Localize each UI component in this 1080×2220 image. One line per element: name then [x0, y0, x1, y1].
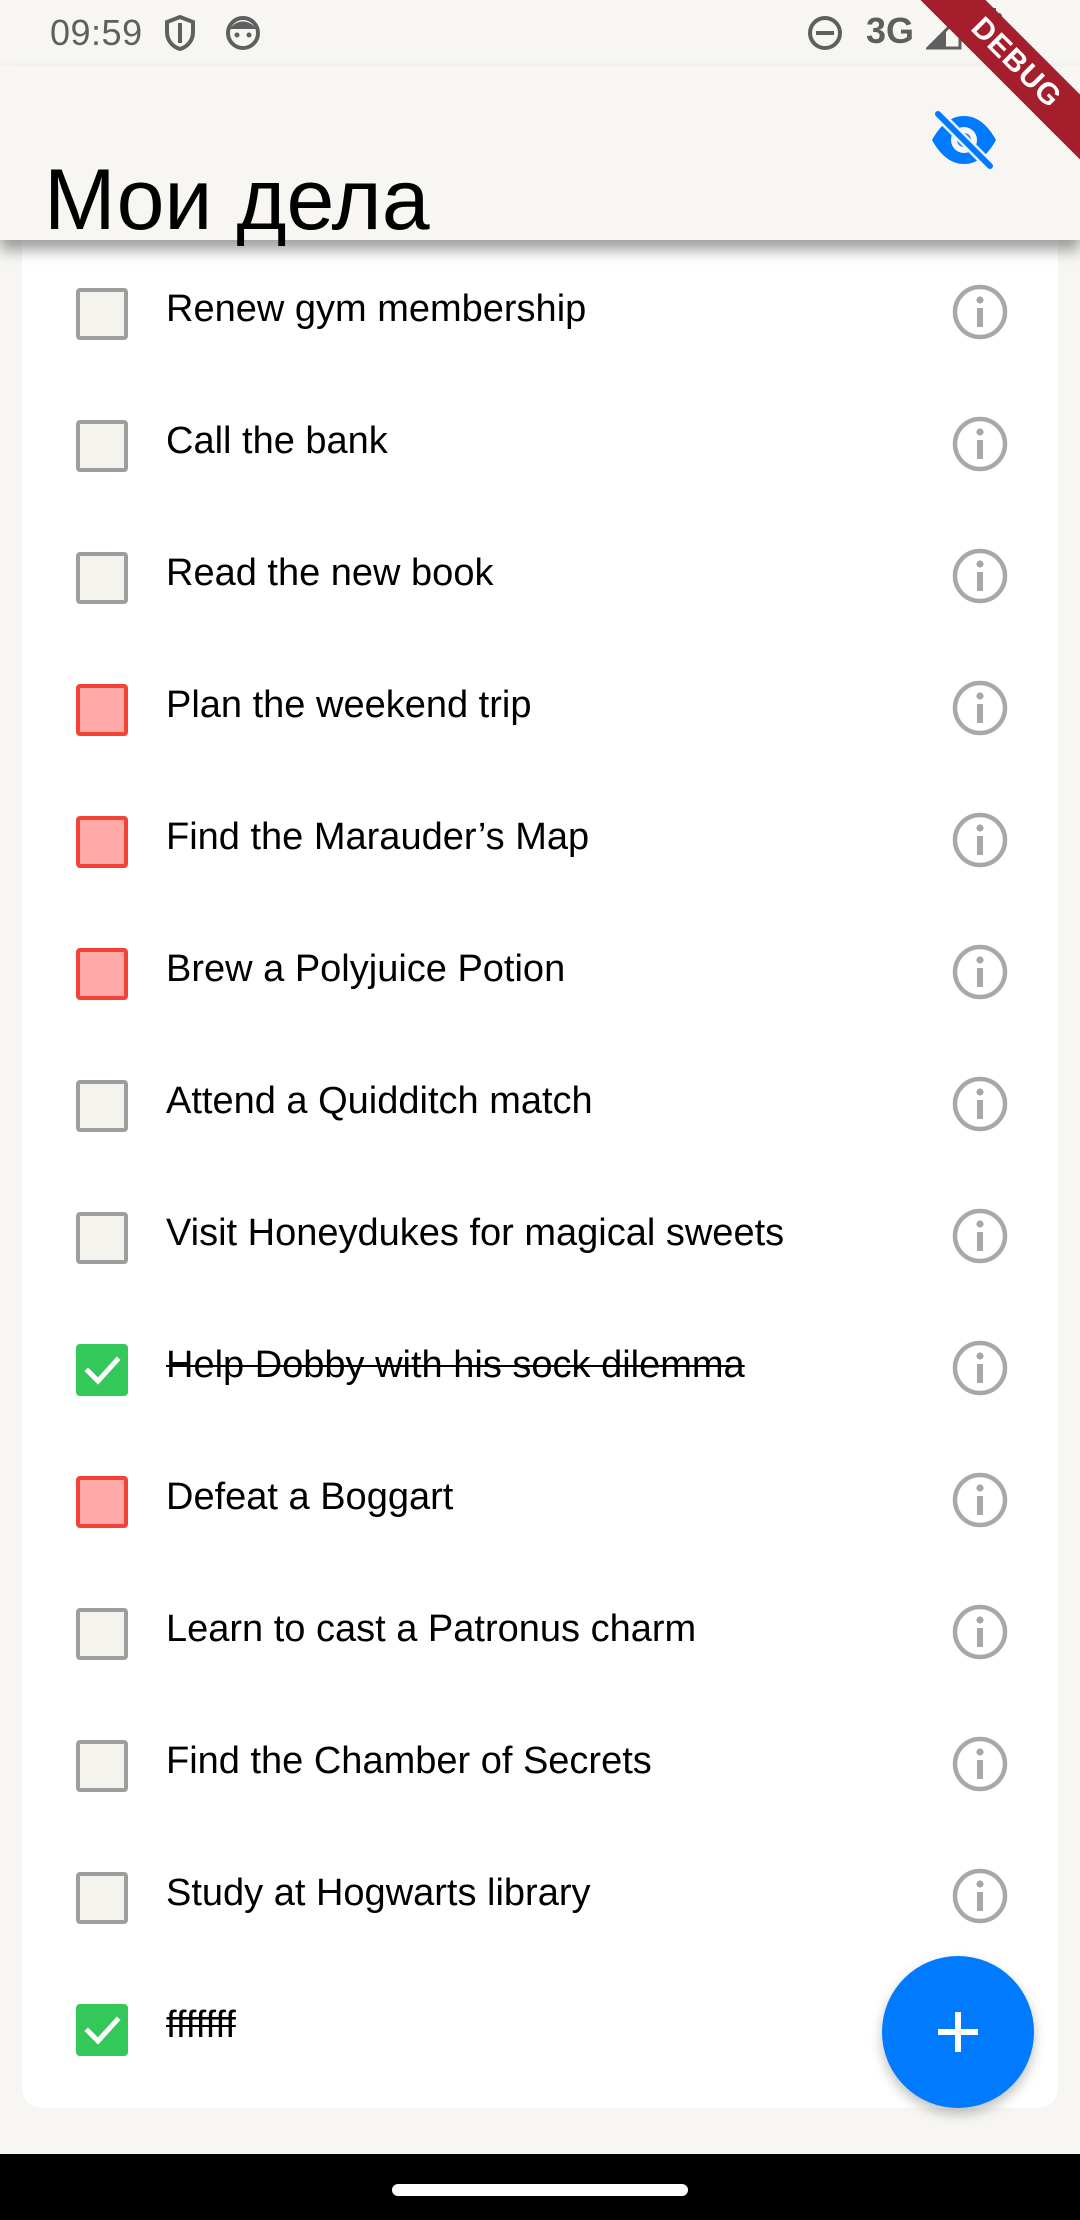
task-row[interactable]: Find the Chamber of Secrets: [22, 1708, 1058, 1840]
visibility-off-icon: [932, 108, 996, 172]
task-checkbox[interactable]: [76, 684, 128, 736]
task-text: Find the Marauder’s Map: [166, 816, 590, 858]
task-info-button[interactable]: [950, 1866, 1010, 1926]
task-info-button[interactable]: [950, 1734, 1010, 1794]
info-icon: [952, 944, 1008, 1000]
task-text: Call the bank: [166, 420, 388, 462]
dnd-icon: [806, 14, 844, 57]
task-text: Defeat a Boggart: [166, 1476, 454, 1518]
status-bar: 09:59 3G: [0, 0, 1080, 66]
task-text: Renew gym membership: [166, 288, 587, 330]
task-row[interactable]: Study at Hogwarts library: [22, 1840, 1058, 1972]
task-checkbox[interactable]: [76, 1740, 128, 1792]
app-bar: Мои дела: [0, 66, 1080, 248]
info-icon: [952, 284, 1008, 340]
task-checkbox[interactable]: [76, 552, 128, 604]
task-text: Attend a Quidditch match: [166, 1080, 593, 1122]
task-text: Find the Chamber of Secrets: [166, 1740, 652, 1782]
face-icon: [224, 14, 262, 57]
task-text: Learn to cast a Patronus charm: [166, 1608, 697, 1650]
info-icon: [952, 1736, 1008, 1792]
task-text: Help Dobby with his sock dilemma: [166, 1344, 745, 1386]
info-icon: [952, 1340, 1008, 1396]
task-text: Read the new book: [166, 552, 494, 594]
task-info-button[interactable]: [950, 942, 1010, 1002]
info-icon: [952, 1868, 1008, 1924]
network-type: 3G: [866, 10, 915, 51]
task-info-button[interactable]: [950, 546, 1010, 606]
task-info-button[interactable]: [950, 810, 1010, 870]
task-info-button[interactable]: [950, 1602, 1010, 1662]
task-checkbox[interactable]: [76, 1344, 128, 1396]
task-checkbox[interactable]: [76, 1212, 128, 1264]
task-row[interactable]: Visit Honeydukes for magical sweets: [22, 1180, 1058, 1312]
status-time: 09:59: [50, 12, 143, 53]
task-checkbox[interactable]: [76, 948, 128, 1000]
task-row[interactable]: Learn to cast a Patronus charm: [22, 1576, 1058, 1708]
shield-icon: [162, 14, 198, 57]
task-info-button[interactable]: [950, 1470, 1010, 1530]
task-info-button[interactable]: [950, 678, 1010, 738]
add-task-button[interactable]: [882, 1956, 1034, 2108]
system-nav-bar: [0, 2154, 1080, 2220]
page-title: Мои дела: [44, 151, 430, 248]
task-row[interactable]: Read the new book: [22, 520, 1058, 652]
home-indicator[interactable]: [392, 2184, 688, 2196]
task-list: Renew gym membership Call the bank Read th…: [22, 240, 1058, 2108]
info-icon: [952, 680, 1008, 736]
check-icon: [84, 2016, 121, 2045]
task-row[interactable]: Help Dobby with his sock dilemma: [22, 1312, 1058, 1444]
info-icon: [952, 548, 1008, 604]
info-icon: [952, 1472, 1008, 1528]
task-row[interactable]: Attend a Quidditch match: [22, 1048, 1058, 1180]
task-checkbox[interactable]: [76, 1872, 128, 1924]
task-row[interactable]: Renew gym membership: [22, 256, 1058, 388]
task-row[interactable]: Plan the weekend trip: [22, 652, 1058, 784]
info-icon: [952, 1076, 1008, 1132]
task-checkbox[interactable]: [76, 1476, 128, 1528]
task-row[interactable]: Find the Marauder’s Map: [22, 784, 1058, 916]
plus-icon: [938, 2012, 978, 2052]
task-checkbox[interactable]: [76, 2004, 128, 2056]
task-checkbox[interactable]: [76, 816, 128, 868]
task-info-button[interactable]: [950, 414, 1010, 474]
task-info-button[interactable]: [950, 1338, 1010, 1398]
task-text: Study at Hogwarts library: [166, 1872, 591, 1914]
task-text: Brew a Polyjuice Potion: [166, 948, 566, 990]
task-row[interactable]: Defeat a Boggart: [22, 1444, 1058, 1576]
info-icon: [952, 812, 1008, 868]
task-checkbox[interactable]: [76, 420, 128, 472]
task-row[interactable]: Brew a Polyjuice Potion: [22, 916, 1058, 1048]
task-info-button[interactable]: [950, 1074, 1010, 1134]
task-info-button[interactable]: [950, 1206, 1010, 1266]
task-text: Plan the weekend trip: [166, 684, 532, 726]
info-icon: [952, 416, 1008, 472]
task-checkbox[interactable]: [76, 288, 128, 340]
info-icon: [952, 1604, 1008, 1660]
task-text: fffffff: [166, 2004, 236, 2046]
info-icon: [952, 1208, 1008, 1264]
check-icon: [84, 1356, 121, 1385]
task-text: Visit Honeydukes for magical sweets: [166, 1212, 785, 1254]
task-checkbox[interactable]: [76, 1608, 128, 1660]
task-checkbox[interactable]: [76, 1080, 128, 1132]
task-row[interactable]: Call the bank: [22, 388, 1058, 520]
task-info-button[interactable]: [950, 282, 1010, 342]
toggle-visibility-button[interactable]: [924, 100, 1004, 180]
